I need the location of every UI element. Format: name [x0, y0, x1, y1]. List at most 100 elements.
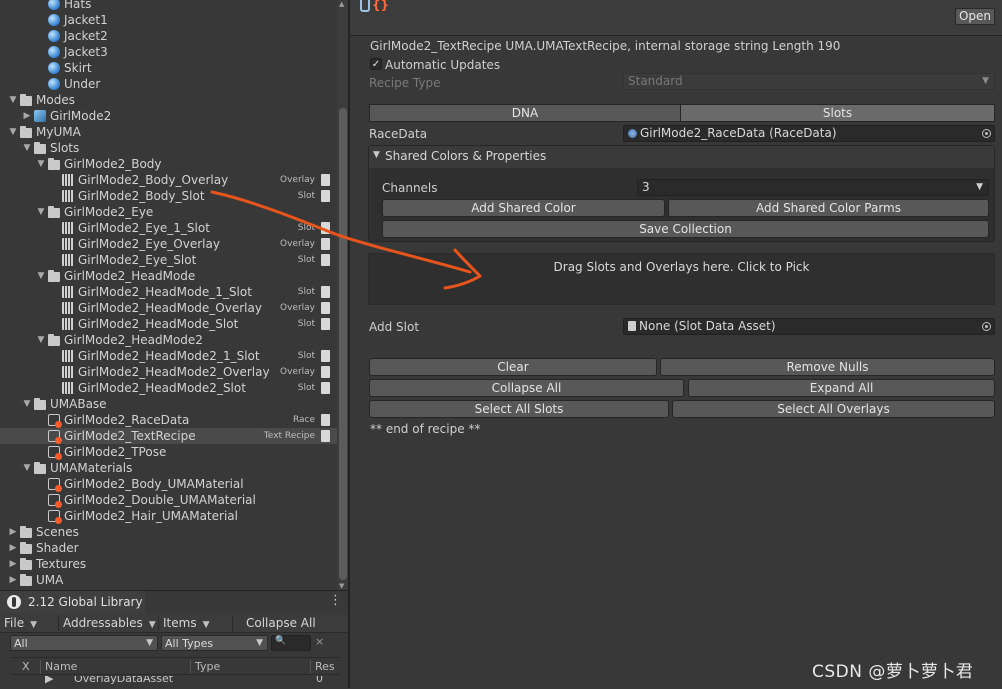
- collapse-arrow-icon[interactable]: ▶: [22, 108, 32, 124]
- type-filter-dropdown[interactable]: All Types ▼: [161, 635, 268, 651]
- collapse-all-button[interactable]: Collapse All: [369, 379, 684, 397]
- select-all-slots-button[interactable]: Select All Slots: [369, 400, 669, 418]
- tree-row[interactable]: GirlMode2_TextRecipe Text Recipe: [0, 428, 337, 444]
- tree-row[interactable]: ▶ UMA: [0, 572, 337, 588]
- collapse-arrow-icon[interactable]: ▶: [8, 572, 18, 588]
- expand-all-button[interactable]: Expand All: [688, 379, 995, 397]
- tree-row[interactable]: GirlMode2_HeadMode2_Overlay Overlay: [0, 364, 337, 380]
- tab-dna[interactable]: DNA: [369, 104, 681, 122]
- tree-row[interactable]: GirlMode2_TPose: [0, 444, 337, 460]
- tree-row[interactable]: ▼ Modes: [0, 92, 337, 108]
- sphere-icon: [48, 30, 60, 42]
- tree-row[interactable]: GirlMode2_RaceData Race: [0, 412, 337, 428]
- row-tree-arrow[interactable]: ▶: [45, 676, 53, 685]
- collapse-arrow-icon[interactable]: ▶: [8, 556, 18, 572]
- table-row[interactable]: ▶ OverlayDataAsset 0: [10, 676, 340, 689]
- clear-search-button[interactable]: ×: [315, 635, 324, 648]
- tree-row[interactable]: Jacket3: [0, 44, 337, 60]
- tree-row[interactable]: GirlMode2_HeadMode_Slot Slot: [0, 316, 337, 332]
- items-menu[interactable]: Items ▼: [163, 613, 210, 633]
- column-divider[interactable]: [190, 660, 191, 674]
- expand-arrow-icon[interactable]: ▼: [22, 140, 32, 156]
- collapse-arrow-icon[interactable]: ▶: [8, 540, 18, 556]
- library-toolbar: File ▼ Addressables ▼ Items ▼ Collapse All: [0, 613, 348, 633]
- tree-row[interactable]: ▼ UMABase: [0, 396, 337, 412]
- select-all-overlays-button[interactable]: Select All Overlays: [672, 400, 995, 418]
- tree-row[interactable]: GirlMode2_Body_Overlay Overlay: [0, 172, 337, 188]
- global-library-tab[interactable]: 2.12 Global Library: [0, 591, 145, 613]
- shared-colors-foldout[interactable]: ▼ Shared Colors & Properties: [369, 146, 994, 168]
- tab-slots[interactable]: Slots: [680, 104, 995, 122]
- add-shared-color-parms-button[interactable]: Add Shared Color Parms: [668, 199, 989, 217]
- add-shared-color-button[interactable]: Add Shared Color: [382, 199, 665, 217]
- tree-row[interactable]: GirlMode2_Eye_1_Slot Slot: [0, 220, 337, 236]
- race-data-field[interactable]: GirlMode2_RaceData (RaceData): [623, 125, 995, 142]
- addressables-menu[interactable]: Addressables ▼: [63, 613, 156, 633]
- tree-row[interactable]: Hats: [0, 0, 337, 12]
- column-divider[interactable]: [310, 660, 311, 674]
- tree-row[interactable]: Skirt: [0, 60, 337, 76]
- tree-row[interactable]: ▼ GirlMode2_HeadMode: [0, 268, 337, 284]
- expand-arrow-icon[interactable]: ▼: [36, 332, 46, 348]
- add-slot-field[interactable]: None (Slot Data Asset): [623, 318, 995, 335]
- kebab-menu-icon[interactable]: ⋮: [329, 593, 342, 608]
- expand-arrow-icon[interactable]: ▼: [8, 92, 18, 108]
- column-x[interactable]: X: [22, 658, 30, 676]
- column-divider[interactable]: [40, 660, 41, 674]
- tree-row[interactable]: ▶ GirlMode2: [0, 108, 337, 124]
- tree-row[interactable]: ▶ Shader: [0, 540, 337, 556]
- tree-row[interactable]: GirlMode2_Eye_Overlay Overlay: [0, 236, 337, 252]
- expand-arrow-icon[interactable]: ▼: [22, 460, 32, 476]
- tree-row[interactable]: ▼ MyUMA: [0, 124, 337, 140]
- tree-row[interactable]: Jacket2: [0, 28, 337, 44]
- tree-row[interactable]: ▼ Slots: [0, 140, 337, 156]
- open-button[interactable]: Open: [955, 8, 995, 25]
- recipe-type-value: Standard: [628, 74, 683, 88]
- library-search-input[interactable]: 🔍: [271, 635, 311, 651]
- tree-row[interactable]: GirlMode2_Eye_Slot Slot: [0, 252, 337, 268]
- file-menu[interactable]: File ▼: [4, 613, 37, 633]
- library-filter-dropdown[interactable]: All ▼: [10, 635, 158, 651]
- tree-row-label: GirlMode2_Body_Overlay: [78, 173, 229, 187]
- tree-row[interactable]: Under: [0, 76, 337, 92]
- tree-row[interactable]: GirlMode2_Body_Slot Slot: [0, 188, 337, 204]
- expand-arrow-icon[interactable]: ▼: [36, 204, 46, 220]
- tree-row[interactable]: ▼ GirlMode2_Body: [0, 156, 337, 172]
- scroll-up-icon[interactable]: ▲: [339, 0, 344, 8]
- foldout-arrow-icon[interactable]: ▼: [373, 150, 380, 160]
- tree-row[interactable]: ▶ Textures: [0, 556, 337, 572]
- column-res[interactable]: Res: [315, 658, 335, 676]
- remove-nulls-button[interactable]: Remove Nulls: [660, 358, 995, 376]
- expand-arrow-icon[interactable]: ▼: [22, 396, 32, 412]
- tree-row[interactable]: ▼ UMAMaterials: [0, 460, 337, 476]
- tree-row[interactable]: GirlMode2_HeadMode2_Slot Slot: [0, 380, 337, 396]
- tree-row[interactable]: GirlMode2_Body_UMAMaterial: [0, 476, 337, 492]
- expand-arrow-icon[interactable]: ▼: [8, 124, 18, 140]
- column-name[interactable]: Name: [45, 658, 77, 676]
- slot-drop-area[interactable]: Drag Slots and Overlays here. Click to P…: [368, 253, 995, 305]
- channels-dropdown[interactable]: 3 ▼: [637, 179, 989, 196]
- scrollbar-thumb[interactable]: [339, 108, 347, 580]
- column-type[interactable]: Type: [195, 658, 220, 676]
- tree-row[interactable]: GirlMode2_HeadMode2_1_Slot Slot: [0, 348, 337, 364]
- asset-type-tag: Slot: [297, 255, 315, 265]
- tree-row[interactable]: Jacket1: [0, 12, 337, 28]
- tree-row[interactable]: GirlMode2_Hair_UMAMaterial: [0, 508, 337, 524]
- tree-row[interactable]: ▼ GirlMode2_Eye: [0, 204, 337, 220]
- save-collection-button[interactable]: Save Collection: [382, 220, 989, 238]
- object-picker-icon[interactable]: [982, 129, 991, 138]
- tree-row[interactable]: ▼ GirlMode2_HeadMode2: [0, 332, 337, 348]
- scroll-down-icon[interactable]: ▼: [339, 582, 344, 590]
- tree-row[interactable]: ▶ Scenes: [0, 524, 337, 540]
- expand-arrow-icon[interactable]: ▼: [36, 156, 46, 172]
- tree-row[interactable]: GirlMode2_HeadMode_Overlay Overlay: [0, 300, 337, 316]
- collapse-all-button[interactable]: Collapse All: [246, 613, 316, 633]
- clear-button[interactable]: Clear: [369, 358, 657, 376]
- tree-row[interactable]: GirlMode2_Double_UMAMaterial: [0, 492, 337, 508]
- collapse-arrow-icon[interactable]: ▶: [8, 524, 18, 540]
- expand-arrow-icon[interactable]: ▼: [36, 268, 46, 284]
- uma-asset-icon: [48, 446, 62, 460]
- automatic-updates-checkbox[interactable]: ✓: [370, 58, 382, 70]
- object-picker-icon[interactable]: [982, 322, 991, 331]
- tree-row[interactable]: GirlMode2_HeadMode_1_Slot Slot: [0, 284, 337, 300]
